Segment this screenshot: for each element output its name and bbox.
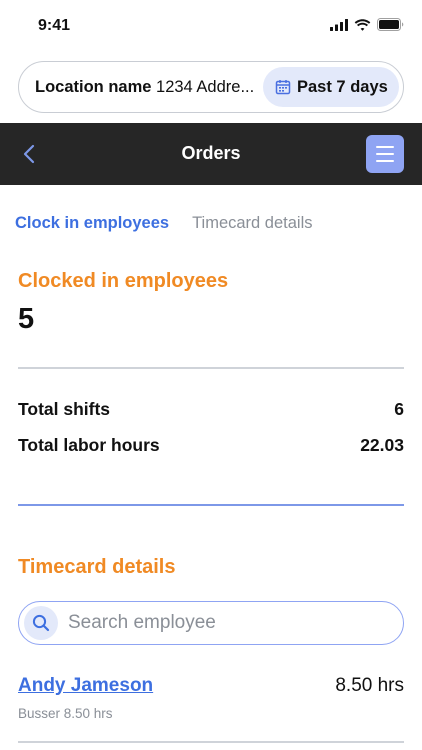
tab-clock-in-employees[interactable]: Clock in employees [15,214,169,233]
search-bar [18,601,404,645]
location-selector[interactable]: Location name 1234 Addre... Past 7 days [18,61,404,113]
status-icons [330,18,404,31]
divider [18,367,404,369]
search-icon [32,614,50,632]
tab-bar: Clock in employees Timecard details [15,214,313,233]
stat-value: 22.03 [360,435,404,455]
app-bar: Orders [0,123,422,185]
page-title: Orders [181,143,241,163]
location-address: 1234 Addre... [156,77,255,96]
section-divider [18,504,404,506]
employee-hours: 8.50 hrs [335,675,404,696]
signal-icon [330,18,348,31]
tab-timecard-details[interactable]: Timecard details [192,214,312,233]
clocked-in-count: 5 [18,303,35,335]
stat-row-total-labor-hours: Total labor hours 22.03 [18,435,404,456]
hamburger-menu-icon [376,146,394,148]
calendar-icon [275,80,291,95]
location-text: Location name 1234 Addre... [35,78,263,97]
status-bar: 9:41 [0,0,422,52]
employee-name-link[interactable]: Andy Jameson [18,675,153,697]
wifi-icon [354,18,371,31]
date-range-label: Past 7 days [297,77,388,96]
timecard-title: Timecard details [18,556,176,578]
location-name-label: Location name [35,77,152,96]
date-range-button[interactable]: Past 7 days [263,67,399,107]
divider [18,741,404,743]
stat-row-total-shifts: Total shifts 6 [18,399,404,420]
status-time: 9:41 [38,17,71,34]
search-button[interactable] [24,606,58,640]
battery-icon [377,18,404,31]
search-input[interactable] [68,612,388,634]
menu-button[interactable] [366,135,404,173]
stat-label: Total shifts [18,399,111,419]
employee-role-detail: Busser 8.50 hrs [18,706,113,721]
clocked-in-title: Clocked in employees [18,270,229,292]
stat-label: Total labor hours [18,435,160,455]
stat-value: 6 [394,399,404,419]
